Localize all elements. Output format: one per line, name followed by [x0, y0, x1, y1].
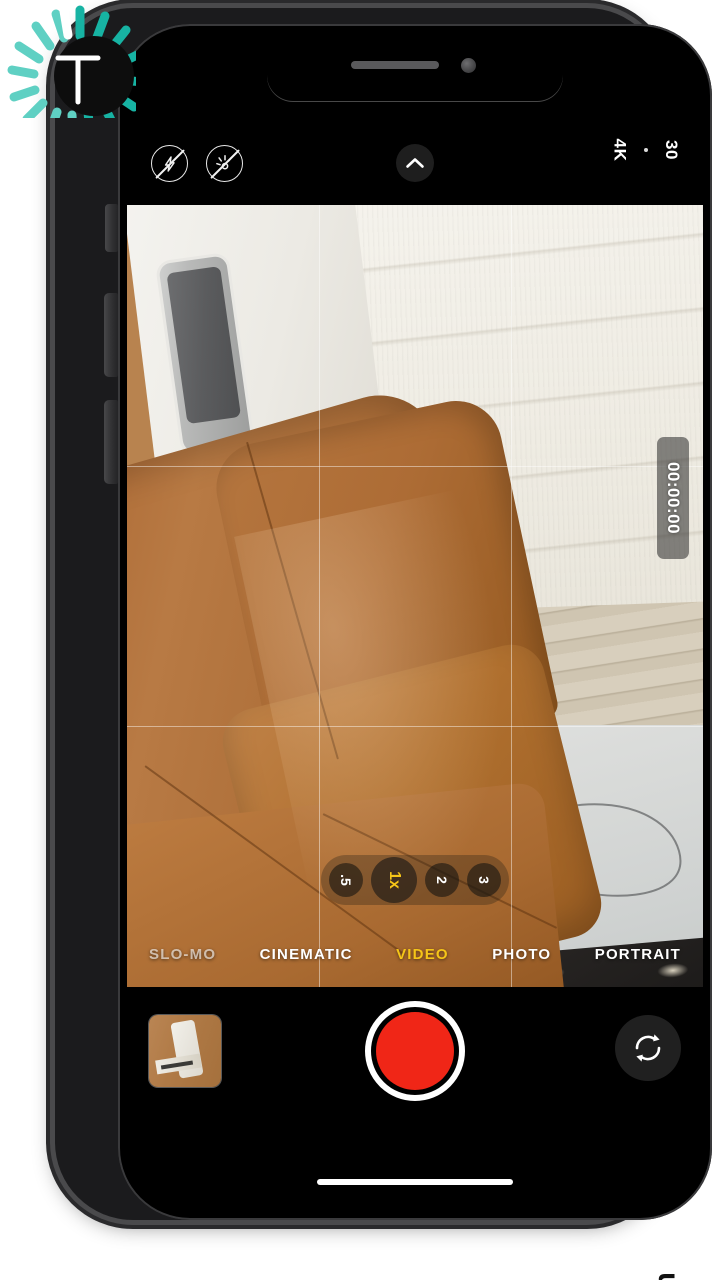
mode-tab-cinematic[interactable]: CINEMATIC	[260, 946, 353, 963]
photo-thumbnail-button[interactable]	[149, 1015, 221, 1087]
record-button[interactable]	[365, 1001, 465, 1101]
framerate-label: 30	[661, 139, 681, 161]
zoom-option-1x[interactable]: 1x	[371, 857, 417, 903]
zoom-option-label: .5	[338, 874, 354, 886]
screenshot-root: 00:00:00 .5 1x 2 3 SLO-MO CINEMATIC VIDE…	[0, 0, 720, 1280]
video-format-indicator[interactable]: 4K 30	[608, 138, 681, 162]
zoom-option-label: 1x	[385, 871, 403, 889]
top-bar-icons	[151, 145, 243, 182]
mode-tab-slo-mo[interactable]: SLO-MO	[149, 946, 216, 963]
mode-tab-video[interactable]: VIDEO	[396, 946, 449, 963]
home-indicator[interactable]	[317, 1179, 513, 1185]
camera-flip-button[interactable]	[615, 1015, 681, 1081]
volume-up-button[interactable]	[104, 293, 118, 377]
mute-switch-button[interactable]	[105, 204, 118, 252]
camera-viewfinder[interactable]: 00:00:00 .5 1x 2 3 SLO-MO CINEMATIC VIDE…	[127, 205, 703, 987]
volume-down-button[interactable]	[104, 400, 118, 484]
record-button-core	[376, 1012, 454, 1090]
zoom-option-label: 3	[475, 876, 492, 884]
zoom-selector[interactable]: .5 1x 2 3	[321, 855, 509, 905]
mode-tab-photo[interactable]: PHOTO	[492, 946, 551, 963]
mode-selector[interactable]: SLO-MO CINEMATIC VIDEO PHOTO PORTRAIT	[127, 946, 703, 963]
live-photo-off-icon[interactable]	[206, 145, 243, 182]
camera-flip-icon	[635, 1034, 661, 1062]
zoom-option-0.5x[interactable]: .5	[329, 863, 363, 897]
recording-timer-text: 00:00:00	[664, 461, 683, 535]
camera-controls-bar	[127, 987, 703, 1115]
zoom-option-label: 2	[433, 876, 450, 884]
site-url-watermark: www.techietech.tech	[648, 1272, 682, 1280]
notch	[267, 33, 563, 101]
earpiece-speaker-icon	[351, 61, 439, 69]
resolution-label: 4K	[610, 138, 630, 162]
recording-timer: 00:00:00	[657, 437, 689, 559]
separator-dot-icon	[643, 148, 648, 152]
front-camera-icon	[461, 58, 476, 73]
chevron-up-icon	[406, 158, 424, 168]
more-controls-button[interactable]	[396, 144, 434, 182]
zoom-option-2x[interactable]: 2	[425, 863, 459, 897]
mode-tab-portrait[interactable]: PORTRAIT	[595, 946, 681, 963]
home-indicator-area	[127, 1115, 703, 1211]
phone-screen: 00:00:00 .5 1x 2 3 SLO-MO CINEMATIC VIDE…	[127, 33, 703, 1211]
flash-off-icon[interactable]	[151, 145, 188, 182]
zoom-option-3x[interactable]: 3	[467, 863, 501, 897]
techietech-t-logo-icon	[7, 5, 136, 118]
phone-frame: 00:00:00 .5 1x 2 3 SLO-MO CINEMATIC VIDE…	[55, 8, 712, 1220]
